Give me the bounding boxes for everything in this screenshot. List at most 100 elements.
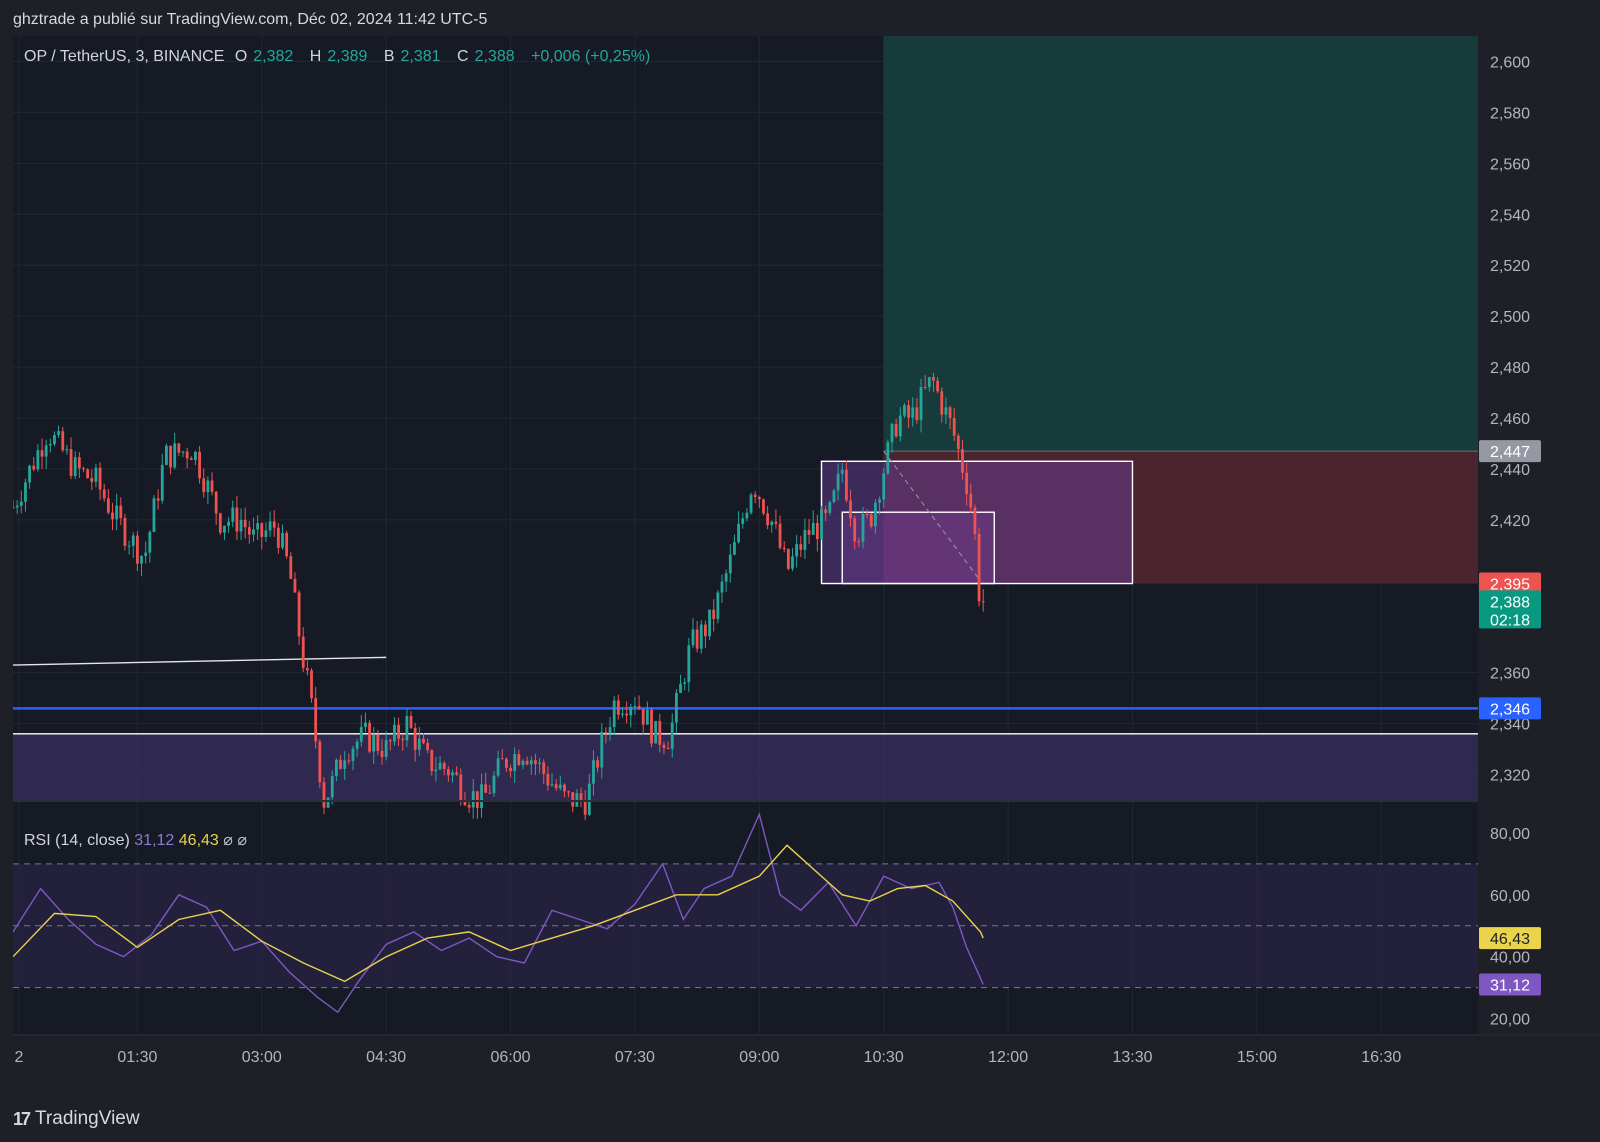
symbol-name[interactable]: OP / TetherUS, 3, BINANCE <box>24 48 224 65</box>
candle-body <box>40 450 44 457</box>
price-axis-tick: 2,480 <box>1490 360 1530 377</box>
candle-body <box>305 668 309 671</box>
candle-body <box>86 469 90 479</box>
candle-body <box>720 581 724 593</box>
candle-body <box>322 782 326 808</box>
candle-body <box>612 700 616 728</box>
close-label: C <box>457 48 469 65</box>
candle-body <box>82 468 85 470</box>
candle-body <box>965 472 969 494</box>
candle-body <box>247 527 251 535</box>
candle-body <box>289 556 293 579</box>
open-value: 2,382 <box>253 48 294 65</box>
candle-body <box>131 535 135 546</box>
candle-body <box>223 525 226 533</box>
candle-body <box>538 762 541 764</box>
candle-body <box>202 478 206 493</box>
price-label-text: 2,388 <box>1490 594 1530 611</box>
rsi-title[interactable]: RSI (14, close) <box>24 832 130 849</box>
candle-body <box>165 445 168 465</box>
rsi-ma-value: 46,43 <box>178 832 219 849</box>
candle-body <box>932 377 935 381</box>
price-axis-tick: 2,540 <box>1490 207 1530 224</box>
candle-body <box>198 451 201 479</box>
candle-body <box>434 769 438 772</box>
candle-body <box>766 513 770 526</box>
candle-body <box>343 760 347 769</box>
candle-body <box>915 407 919 421</box>
time-axis-tick: 09:00 <box>739 1049 779 1066</box>
candle-body <box>272 521 276 528</box>
low-value: 2,381 <box>400 48 441 65</box>
candle-body <box>882 473 886 500</box>
candle-body <box>961 449 964 473</box>
support-zone <box>13 733 1478 800</box>
candle-body <box>77 457 81 469</box>
candle-body <box>674 692 678 723</box>
candle-body <box>401 738 405 741</box>
chart-frame: 2,600 2,580 2,560 2,540 2,520 2,500 2,480 2,460… <box>11 36 1600 1096</box>
candle-body <box>587 783 591 815</box>
candle-body <box>339 759 342 769</box>
candle-body <box>575 793 579 807</box>
candle-body <box>890 423 894 443</box>
tradingview-branding[interactable]: 17 TradingView <box>13 1108 140 1130</box>
candle-body <box>293 578 297 593</box>
candle-body <box>393 724 396 742</box>
candle-body <box>811 522 815 535</box>
candle-body <box>878 499 881 503</box>
candle-body <box>629 706 633 716</box>
candle-countdown-text: 02:18 <box>1490 612 1530 629</box>
candle-body <box>662 744 666 748</box>
candle-body <box>276 527 280 548</box>
candle-body <box>886 442 890 474</box>
price-axis-tick: 2,360 <box>1490 666 1530 683</box>
candle-body <box>956 435 960 450</box>
candle-body <box>944 407 948 415</box>
price-axis-tick: 2,580 <box>1490 105 1530 122</box>
candle-body <box>28 465 31 483</box>
candle-body <box>774 521 778 524</box>
candle-body <box>654 721 658 744</box>
candle-body <box>496 758 500 776</box>
candle-body <box>268 521 272 531</box>
position-profit-zone <box>883 36 1478 452</box>
hidden-value-icon: ⌀ <box>223 832 233 849</box>
candle-body <box>898 415 902 437</box>
candle-body <box>409 716 413 728</box>
candle-body <box>616 700 620 715</box>
candle-body <box>865 513 869 515</box>
time-axis-tick: 2 <box>15 1049 24 1066</box>
candle-body <box>840 469 844 474</box>
candle-body <box>695 629 699 649</box>
candle-body <box>567 791 570 793</box>
candle-body <box>376 734 380 751</box>
candle-body <box>169 445 172 468</box>
time-axis-tick: 06:00 <box>491 1049 531 1066</box>
candle-body <box>513 754 517 772</box>
candle-body <box>857 541 861 543</box>
chart-canvas[interactable]: 2,600 2,580 2,560 2,540 2,520 2,500 2,480 2,460… <box>11 36 1600 1096</box>
candle-body <box>923 387 927 389</box>
candle-body <box>301 636 305 669</box>
candle-body <box>894 423 898 437</box>
candle-body <box>181 451 185 453</box>
high-value: 2,389 <box>327 48 368 65</box>
candle-body <box>422 738 425 744</box>
candle-body <box>973 507 977 534</box>
candle-body <box>799 544 803 550</box>
candle-body <box>384 740 388 757</box>
candle-body <box>757 496 761 500</box>
time-axis-tick: 01:30 <box>117 1049 157 1066</box>
candle-body <box>32 465 36 470</box>
candle-body <box>683 682 687 684</box>
candle-body <box>480 784 483 809</box>
candle-body <box>140 556 143 564</box>
price-axis-tick: 2,420 <box>1490 513 1530 530</box>
candle-body <box>583 800 587 815</box>
rsi-axis-tick: 20,00 <box>1490 1012 1530 1029</box>
candle-body <box>106 498 110 513</box>
candle-body <box>160 464 164 501</box>
candle-body <box>471 791 475 808</box>
candle-body <box>861 513 865 542</box>
